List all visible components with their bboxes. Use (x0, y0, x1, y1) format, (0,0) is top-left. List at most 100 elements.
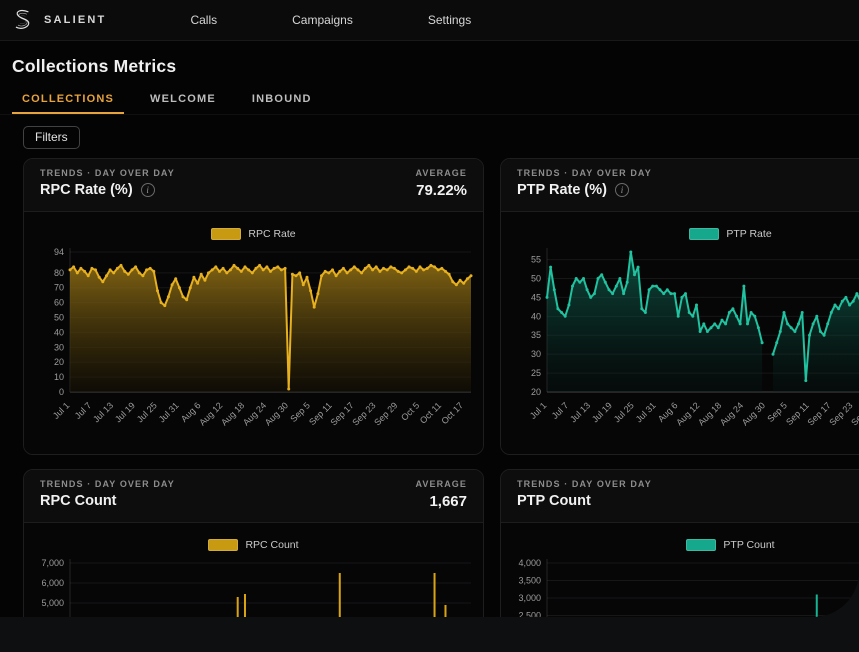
nav-item-campaigns[interactable]: Campaigns (292, 13, 353, 27)
card-body: RPC Count 01,0002,0003,0004,0005,0006,00… (24, 523, 483, 617)
svg-text:Sep 23: Sep 23 (350, 400, 377, 427)
legend-swatch (211, 228, 242, 240)
metrics-grid: TRENDS · DAY OVER DAY RPC Rate (%) i AVE… (0, 158, 859, 617)
chart-legend: RPC Count (30, 539, 477, 551)
svg-text:Jul 25: Jul 25 (612, 400, 636, 424)
rpc-rate-chart: 0102030405060708094Jul 1 Jul 7Jul 13Jul 1… (51, 247, 473, 428)
info-icon[interactable]: i (140, 183, 155, 197)
card-ptp-rate: TRENDS · DAY OVER DAY PTP Rate (%) i PTP… (500, 158, 859, 455)
svg-text:Aug 24: Aug 24 (241, 400, 268, 427)
svg-text:30: 30 (531, 349, 541, 359)
card-eyebrow: TRENDS · DAY OVER DAY (40, 479, 175, 489)
svg-text:40: 40 (531, 311, 541, 321)
tab-welcome-label: WELCOME (150, 93, 216, 105)
svg-text:4,000: 4,000 (518, 558, 541, 568)
svg-text:40: 40 (54, 327, 64, 337)
card-title: PTP Count (517, 493, 591, 509)
ptp-rate-chart: 2025303540455055Jul 1 Jul 7Jul 13Jul 19Ju… (528, 248, 859, 428)
svg-text:94: 94 (54, 247, 64, 257)
svg-text:Jul 19: Jul 19 (113, 400, 137, 424)
card-title: RPC Count (40, 493, 117, 509)
card-rpc-count-header: TRENDS · DAY OVER DAY RPC Count i AVERAG… (24, 470, 483, 523)
legend-label: PTP Count (723, 539, 775, 551)
page-head: Collections Metrics (0, 41, 859, 84)
card-eyebrow: TRENDS · DAY OVER DAY (517, 479, 652, 489)
svg-text:Jul 25: Jul 25 (135, 400, 159, 424)
svg-text:Aug 12: Aug 12 (674, 400, 701, 427)
svg-text:35: 35 (531, 330, 541, 340)
svg-text:Aug 18: Aug 18 (219, 400, 246, 427)
svg-text:20: 20 (54, 357, 64, 367)
svg-text:Aug 18: Aug 18 (696, 400, 723, 427)
tab-bar: COLLECTIONS WELCOME INBOUND (0, 84, 859, 115)
svg-text:25: 25 (531, 368, 541, 378)
card-rpc-count: TRENDS · DAY OVER DAY RPC Count i AVERAG… (23, 469, 484, 617)
card-ptp-count: TRENDS · DAY OVER DAY PTP Count i PTP Co… (500, 469, 859, 617)
page-title: Collections Metrics (12, 56, 177, 76)
legend-swatch (689, 228, 720, 240)
svg-text:Sep 29: Sep 29 (372, 400, 399, 427)
svg-text:Jul 13: Jul 13 (568, 400, 592, 424)
average-value: 79.22% (416, 182, 467, 199)
svg-text:6,000: 6,000 (41, 578, 64, 588)
legend-label: RPC Count (245, 539, 299, 551)
chart-legend: PTP Count (507, 539, 859, 551)
svg-text:5,000: 5,000 (41, 598, 64, 608)
card-average: AVERAGE 79.22% (415, 168, 467, 199)
card-rpc-rate-header: TRENDS · DAY OVER DAY RPC Rate (%) i AVE… (24, 159, 483, 212)
svg-text:Jul 31: Jul 31 (157, 400, 181, 424)
svg-text:50: 50 (54, 313, 64, 323)
svg-text:60: 60 (54, 298, 64, 308)
legend-swatch (686, 539, 717, 551)
filters-button[interactable]: Filters (23, 126, 80, 149)
top-navbar: SALIENT Calls Campaigns Settings (0, 0, 859, 41)
svg-text:7,000: 7,000 (41, 558, 64, 568)
svg-text:Aug 24: Aug 24 (718, 400, 745, 427)
tab-collections[interactable]: COLLECTIONS (12, 84, 125, 114)
card-rpc-rate: TRENDS · DAY OVER DAY RPC Rate (%) i AVE… (23, 158, 484, 455)
tab-inbound[interactable]: INBOUND (242, 84, 322, 114)
card-title: RPC Rate (%) (40, 182, 133, 198)
brand[interactable]: SALIENT (10, 7, 106, 33)
svg-text:Jul 19: Jul 19 (590, 400, 614, 424)
svg-text:0: 0 (59, 387, 64, 397)
ptp-count-chart: 05001,0001,5002,0002,5003,0003,5004,000J… (518, 558, 859, 618)
svg-text:Sep 23: Sep 23 (827, 400, 854, 427)
svg-text:55: 55 (531, 255, 541, 265)
main-nav: Calls Campaigns Settings (190, 13, 471, 27)
svg-text:50: 50 (531, 273, 541, 283)
svg-text:Jul 31: Jul 31 (634, 400, 658, 424)
legend-label: PTP Rate (726, 228, 772, 240)
svg-text:Jul 1: Jul 1 (528, 400, 549, 421)
svg-text:10: 10 (54, 372, 64, 382)
svg-text:Jul 1: Jul 1 (51, 400, 72, 421)
card-ptp-count-header: TRENDS · DAY OVER DAY PTP Count i (501, 470, 859, 523)
svg-text:80: 80 (54, 268, 64, 278)
legend-swatch (208, 539, 239, 551)
card-body: PTP Count 05001,0001,5002,0002,5003,0003… (501, 523, 859, 617)
average-label: AVERAGE (415, 479, 467, 489)
svg-text:Oct 17: Oct 17 (439, 400, 465, 426)
chart-legend: RPC Rate (30, 228, 477, 240)
svg-text:3,000: 3,000 (518, 593, 541, 603)
nav-item-calls[interactable]: Calls (190, 13, 217, 27)
svg-text:2,500: 2,500 (518, 611, 541, 618)
card-ptp-rate-header: TRENDS · DAY OVER DAY PTP Rate (%) i (501, 159, 859, 212)
tab-welcome[interactable]: WELCOME (140, 84, 226, 114)
svg-text:Sep 17: Sep 17 (329, 400, 356, 427)
nav-item-settings[interactable]: Settings (428, 13, 471, 27)
svg-text:Oct 11: Oct 11 (418, 400, 443, 425)
rpc-count-chart: 01,0002,0003,0004,0005,0006,0007,000Jul … (41, 558, 471, 617)
info-icon[interactable]: i (614, 183, 629, 197)
card-eyebrow: TRENDS · DAY OVER DAY (40, 168, 175, 178)
average-label: AVERAGE (415, 168, 467, 178)
svg-text:Aug 30: Aug 30 (740, 400, 767, 427)
legend-label: RPC Rate (248, 228, 296, 240)
card-average: AVERAGE 1,667 (415, 479, 467, 510)
tab-collections-label: COLLECTIONS (22, 93, 115, 105)
card-eyebrow: TRENDS · DAY OVER DAY (517, 168, 652, 178)
card-body: PTP Rate 20 25 30 35 40 45 50 55 Jul 1 Jul 7 Jul 1… (501, 212, 859, 454)
card-title: PTP Rate (%) (517, 182, 607, 198)
svg-text:Sep 17: Sep 17 (806, 400, 833, 427)
salient-logo-icon (15, 9, 30, 29)
